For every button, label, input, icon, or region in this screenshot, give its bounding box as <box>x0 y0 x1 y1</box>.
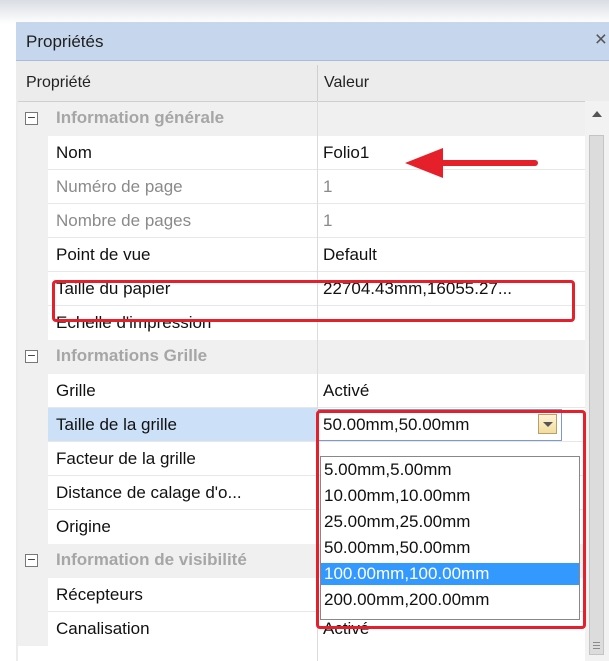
property-value: 1 <box>323 177 333 196</box>
row-gutter <box>18 170 48 204</box>
property-row-nombre-de-pages[interactable]: Nombre de pages 1 <box>18 204 585 238</box>
row-gutter <box>18 374 48 408</box>
property-name: Canalisation <box>56 619 150 638</box>
property-name: Point de vue <box>56 245 151 264</box>
window-top-shadow <box>0 0 609 24</box>
grip-icon <box>593 645 600 646</box>
row-gutter <box>18 204 48 238</box>
row-gutter <box>18 442 48 476</box>
property-row-point-de-vue[interactable]: Point de vue Default <box>18 238 585 272</box>
property-name: Nom <box>56 143 92 162</box>
row-gutter <box>18 306 48 340</box>
annotation-box-paper-size <box>52 280 575 322</box>
row-gutter <box>18 272 48 306</box>
collapse-icon[interactable]: − <box>25 112 38 125</box>
property-name: Récepteurs <box>56 585 143 604</box>
header-value[interactable]: Valeur <box>324 74 369 92</box>
annotation-box-grid-size <box>316 410 586 629</box>
property-value[interactable]: Folio1 <box>323 143 369 163</box>
vertical-scrollbar[interactable] <box>585 101 609 661</box>
category-informations-grille[interactable]: − Informations Grille <box>18 340 585 374</box>
category-information-generale[interactable]: − Information générale <box>18 102 585 136</box>
category-label: Information de visibilité <box>56 550 247 569</box>
annotation-arrow <box>405 148 538 178</box>
property-name: Origine <box>56 517 111 536</box>
grip-icon <box>593 642 600 643</box>
property-name: Distance de calage d'o... <box>56 483 242 502</box>
row-gutter <box>18 238 48 272</box>
row-gutter <box>18 612 48 646</box>
property-value[interactable]: Activé <box>323 381 369 401</box>
row-gutter <box>18 408 48 442</box>
property-value: 1 <box>323 211 333 230</box>
grid-header: Propriété Valeur <box>18 65 585 102</box>
row-gutter <box>18 578 48 612</box>
collapse-icon[interactable]: − <box>25 350 38 363</box>
close-icon[interactable]: × <box>595 28 607 52</box>
property-name: Facteur de la grille <box>56 449 196 468</box>
header-property[interactable]: Propriété <box>26 74 91 92</box>
category-label: Informations Grille <box>56 346 208 365</box>
category-label: Information générale <box>56 108 225 127</box>
scrollbar-thumb[interactable] <box>589 135 604 655</box>
row-gutter <box>18 476 48 510</box>
row-gutter <box>18 136 48 170</box>
property-row-grille[interactable]: Grille Activé <box>18 374 585 408</box>
panel-titlebar: Propriétés × <box>16 22 609 61</box>
scroll-up-arrow-icon[interactable] <box>592 111 602 117</box>
header-separator[interactable] <box>317 65 318 101</box>
property-name: Numéro de page <box>56 177 183 196</box>
row-gutter <box>18 510 48 544</box>
property-value[interactable]: Default <box>323 245 377 265</box>
panel-title: Propriétés <box>26 32 104 51</box>
property-name: Taille de la grille <box>56 415 177 434</box>
collapse-icon[interactable]: − <box>25 554 38 567</box>
property-name: Grille <box>56 381 96 400</box>
grip-icon <box>593 648 600 649</box>
property-name: Nombre de pages <box>56 211 192 230</box>
